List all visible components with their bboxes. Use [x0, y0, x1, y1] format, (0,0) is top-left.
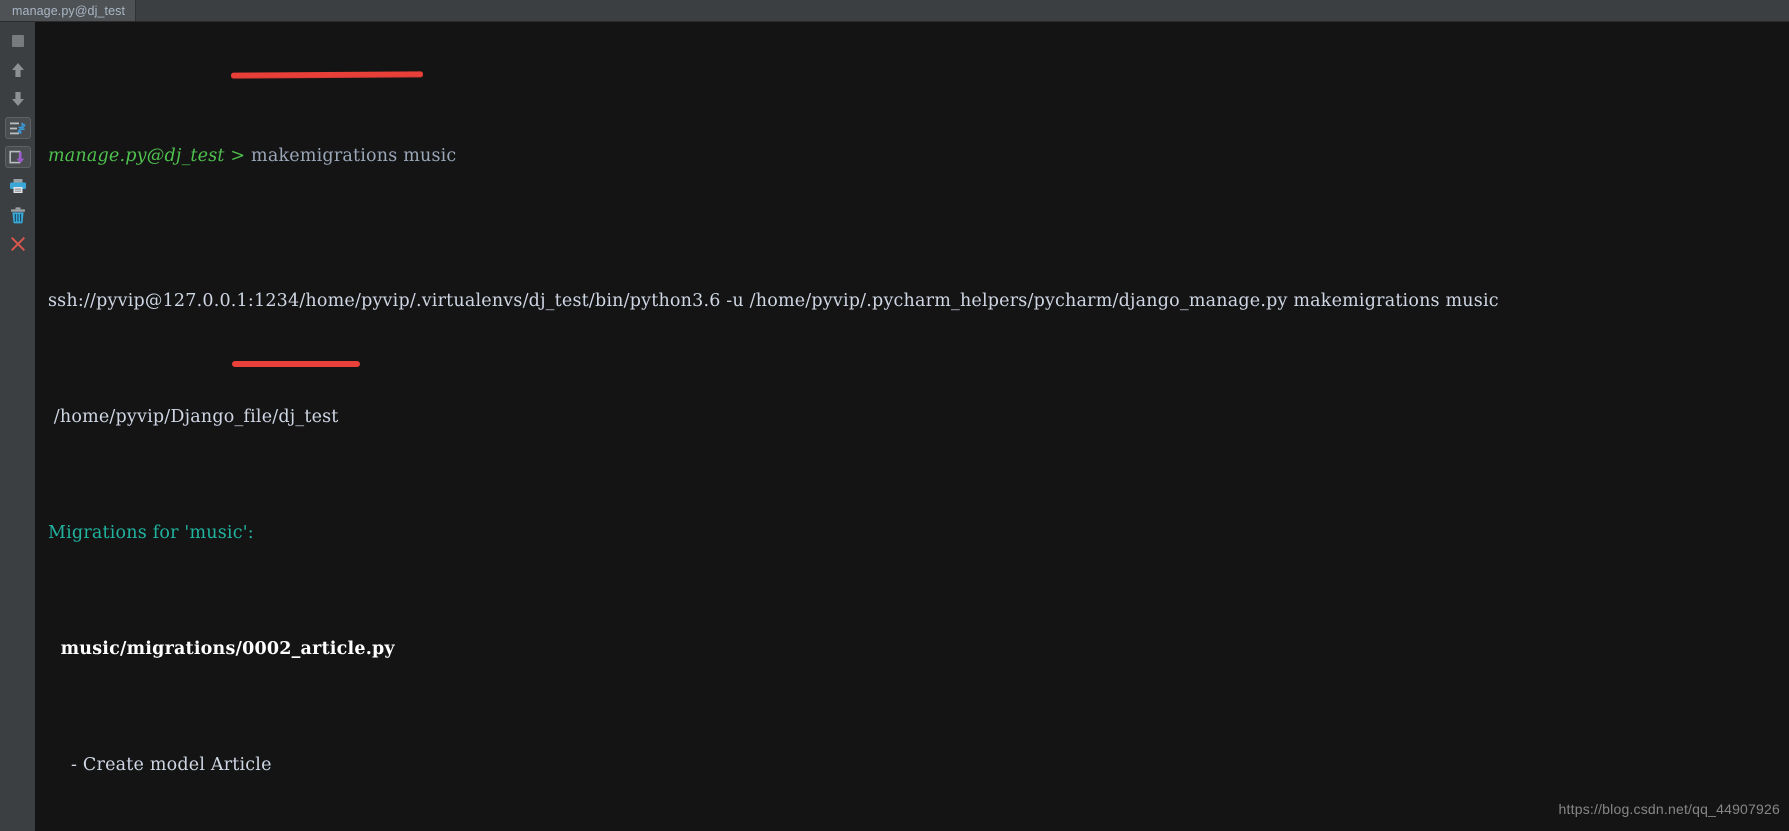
tab-label: manage.py@dj_test: [12, 3, 126, 18]
up-arrow-icon[interactable]: [5, 59, 31, 81]
console-command-makemigrations: makemigrations music: [251, 146, 457, 166]
pycharm-run-tool-window: manage.py@dj_test manage.py@dj_test > ma…: [0, 0, 1789, 831]
console-line-create-model: - Create model Article: [48, 755, 272, 775]
prompt-chevron: >: [230, 146, 246, 166]
print-icon[interactable]: [5, 175, 31, 197]
console-line-prompt-makemigrations: manage.py@dj_test > makemigrations music: [42, 142, 1789, 171]
tab-bar-filler: [136, 0, 1789, 21]
tab-bar: manage.py@dj_test: [0, 0, 1789, 22]
tab-manage-py-dj-test[interactable]: manage.py@dj_test: [0, 0, 137, 21]
console-line-migrations-for: Migrations for 'music':: [48, 523, 254, 543]
tool-window-body: manage.py@dj_test > makemigrations music…: [0, 22, 1789, 831]
red-underline-makemigrations: [230, 71, 424, 78]
console-line-migration-file: music/migrations/0002_article.py: [48, 639, 395, 659]
close-icon[interactable]: [5, 233, 31, 255]
watermark-url: https://blog.csdn.net/qq_44907926: [1558, 801, 1780, 817]
console-area: manage.py@dj_test > makemigrations music…: [35, 22, 1789, 831]
console-line-ssh-makemigrations: ssh://pyvip@127.0.0.1:1234/home/pyvip/.v…: [48, 291, 1499, 311]
trash-icon[interactable]: [5, 204, 31, 226]
red-underline-migrate: [232, 361, 360, 367]
soft-wrap-icon[interactable]: [4, 117, 31, 139]
stop-icon[interactable]: [5, 30, 31, 52]
console-gutter: [35, 22, 42, 831]
console-line-cwd-1: /home/pyvip/Django_file/dj_test: [48, 407, 339, 427]
console-toolbar: [0, 22, 35, 831]
scroll-to-end-icon[interactable]: [4, 146, 31, 168]
down-arrow-icon[interactable]: [5, 88, 31, 110]
console-output[interactable]: manage.py@dj_test > makemigrations music…: [42, 22, 1789, 831]
prompt-label: manage.py@dj_test: [48, 146, 225, 166]
